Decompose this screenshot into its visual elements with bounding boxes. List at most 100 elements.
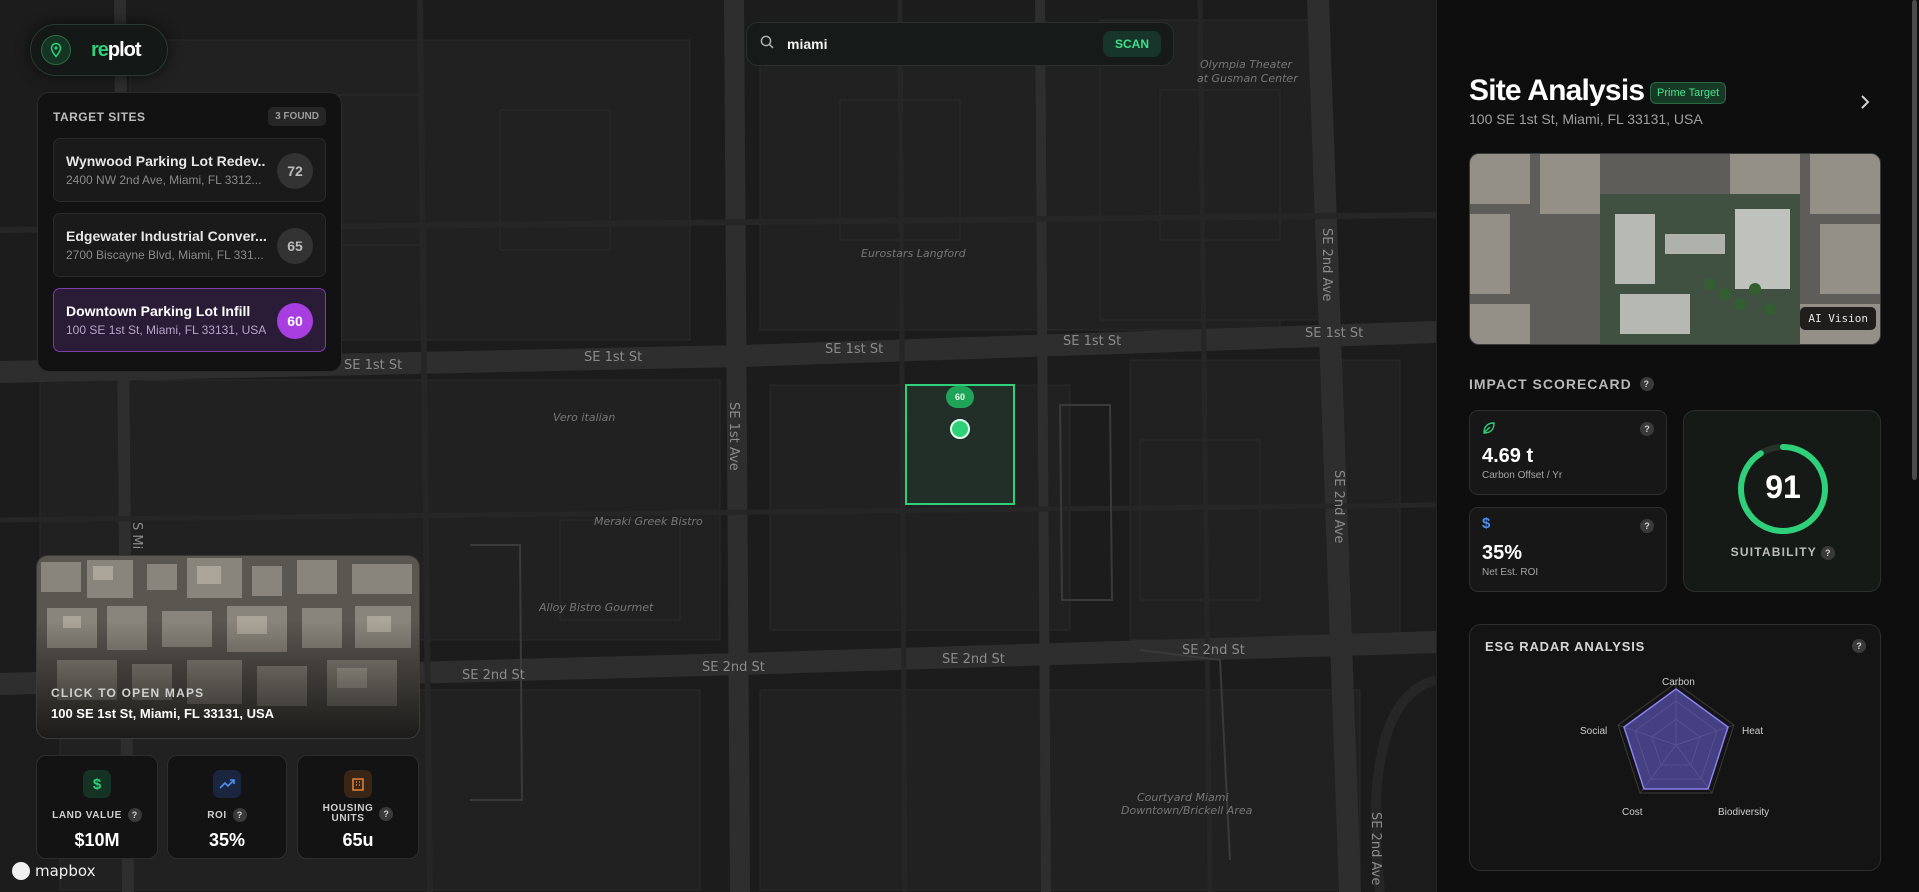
preview-address: 100 SE 1st St, Miami, FL 33131, USA <box>51 706 275 721</box>
radar-axis-label: Cost <box>1622 807 1643 818</box>
site-item-wynwood[interactable]: Wynwood Parking Lot Redev... 2400 NW 2nd… <box>53 138 326 202</box>
poi-label: Courtyard Miami <box>1137 791 1229 804</box>
panel-title: Site Analysis <box>1469 74 1645 107</box>
target-sites-panel: TARGET SITES 3 FOUND Wynwood Parking Lot… <box>37 92 342 372</box>
poi-label: Meraki Greek Bistro <box>594 515 703 528</box>
net-roi-label: Net Est. ROI <box>1482 567 1539 578</box>
app-logo[interactable]: replot <box>30 24 168 76</box>
carbon-offset-label: Carbon Offset / Yr <box>1482 470 1563 481</box>
mapbox-wordmark: mapbox <box>35 862 96 880</box>
poi-label: Downtown/Brickell Area <box>1121 804 1253 817</box>
ai-vision-tag: AI Vision <box>1800 307 1876 330</box>
panel-address: 100 SE 1st St, Miami, FL 33131, USA <box>1469 111 1703 127</box>
help-icon[interactable]: ? <box>1639 377 1654 391</box>
help-icon[interactable]: ? <box>1640 422 1654 436</box>
suitability-card: 91 SUITABILITY ? <box>1683 410 1881 592</box>
net-roi-card: $ ? 35% Net Est. ROI <box>1469 507 1667 592</box>
site-item-downtown[interactable]: Downtown Parking Lot Infill 100 SE 1st S… <box>53 288 326 352</box>
suitability-score: 91 <box>1765 469 1801 505</box>
roi-value: 35% <box>208 830 246 850</box>
street-label: S Mi <box>129 522 144 550</box>
poi-label: Alloy Bistro Gourmet <box>539 601 654 614</box>
search-bar[interactable]: miami SCAN <box>746 22 1174 66</box>
mapbox-logo-icon <box>12 862 30 880</box>
poi-label: Olympia Theater <box>1200 58 1293 71</box>
scorecard-heading: IMPACT SCORECARD <box>1469 376 1632 392</box>
search-icon <box>759 34 775 55</box>
poi-label: Vero italian <box>553 411 616 424</box>
housing-units-value: 65u <box>342 830 374 850</box>
housing-units-card: HOUSING UNITS? 65u <box>297 755 419 859</box>
street-label: SE 2nd St <box>702 660 765 675</box>
land-value-label: LAND VALUE <box>52 809 122 821</box>
help-icon[interactable]: ? <box>1640 519 1654 533</box>
radar-axis-label: Social <box>1580 726 1608 737</box>
street-label: SE 2nd St <box>942 652 1005 667</box>
found-count-badge: 3 FOUND <box>268 107 326 126</box>
net-roi-value: 35% <box>1482 542 1523 564</box>
panel-scrollbar[interactable] <box>1912 0 1917 480</box>
site-marker[interactable] <box>950 419 970 439</box>
radar-axis-label: Heat <box>1742 726 1764 737</box>
help-icon[interactable]: ? <box>232 808 247 822</box>
open-maps-card[interactable]: CLICK TO OPEN MAPS 100 SE 1st St, Miami,… <box>36 555 420 739</box>
carbon-offset-value: 4.69 t <box>1482 445 1534 467</box>
trend-up-icon <box>213 770 241 798</box>
street-label: SE 1st St <box>584 350 643 365</box>
open-maps-cta: CLICK TO OPEN MAPS <box>51 686 205 700</box>
site-item-edgewater[interactable]: Edgewater Industrial Conver... 2700 Bisc… <box>53 213 326 277</box>
scan-button[interactable]: SCAN <box>1102 31 1161 57</box>
street-label: SE 1st Ave <box>726 402 741 471</box>
roi-label: ROI <box>207 809 227 821</box>
esg-radar-card: ESG RADAR ANALYSIS ? Carbon Heat Biodive… <box>1469 624 1881 871</box>
radar-axis-label: Biodiversity <box>1718 807 1770 818</box>
help-icon[interactable]: ? <box>127 808 142 822</box>
poi-label: Eurostars Langford <box>861 247 966 260</box>
target-sites-title: TARGET SITES <box>53 109 146 124</box>
site-address: 2400 NW 2nd Ave, Miami, FL 3312... <box>66 173 262 187</box>
impact-scorecard-title: IMPACT SCORECARD ? <box>1469 376 1654 392</box>
roi-card: ROI? 35% <box>167 755 287 859</box>
dollar-icon: $ <box>83 770 111 798</box>
site-score: 72 <box>277 153 313 189</box>
land-value-card: $ LAND VALUE? $10M <box>36 755 158 859</box>
esg-radar-chart <box>1617 682 1735 794</box>
marker-score-badge[interactable]: 60 <box>946 386 974 408</box>
land-value: $10M <box>74 830 120 850</box>
street-label: SE 1st St <box>825 342 884 357</box>
street-label: SE 1st St <box>1063 334 1122 349</box>
site-address: 2700 Biscayne Blvd, Miami, FL 331... <box>66 248 264 262</box>
site-analysis-panel: Site Analysis Prime Target 100 SE 1st St… <box>1436 0 1919 892</box>
site-name: Edgewater Industrial Conver... <box>66 228 266 244</box>
street-label: SE 2nd Ave <box>1319 228 1334 302</box>
search-input[interactable]: miami <box>787 36 1103 52</box>
ai-vision-image[interactable]: AI Vision <box>1469 153 1881 345</box>
site-name: Wynwood Parking Lot Redev... <box>66 153 266 169</box>
site-score: 60 <box>277 303 313 339</box>
street-label: SE 2nd Ave <box>1368 812 1383 886</box>
leaf-icon <box>1482 421 1496 440</box>
mapbox-attribution[interactable]: mapbox <box>12 862 95 880</box>
housing-units-label: HOUSING UNITS <box>322 803 374 824</box>
prime-target-badge: Prime Target <box>1650 82 1727 104</box>
site-address: 100 SE 1st St, Miami, FL 33131, USA <box>66 323 266 337</box>
help-icon[interactable]: ? <box>1821 546 1836 560</box>
site-score: 65 <box>277 228 313 264</box>
street-label: SE 2nd Ave <box>1331 470 1346 544</box>
site-name: Downtown Parking Lot Infill <box>66 303 251 319</box>
carbon-offset-card: ? 4.69 t Carbon Offset / Yr <box>1469 410 1667 495</box>
location-pin-icon <box>41 35 71 65</box>
help-icon[interactable]: ? <box>379 807 394 821</box>
dollar-icon: $ <box>1482 515 1491 532</box>
app-root: 60 SE 1st St SE 1st St SE 1st St SE 1st … <box>0 0 1919 892</box>
building-icon <box>344 770 372 798</box>
radar-axis-label: Carbon <box>1662 677 1695 688</box>
street-label: SE 2nd St <box>462 668 525 683</box>
street-label: SE 2nd St <box>1182 643 1245 658</box>
logo-wordmark: replot <box>91 38 142 61</box>
poi-label: at Gusman Center <box>1197 72 1298 85</box>
suitability-label: SUITABILITY ? <box>1684 545 1882 560</box>
chevron-right-icon[interactable] <box>1857 92 1873 117</box>
street-label: SE 1st St <box>344 358 403 373</box>
street-label: SE 1st St <box>1305 326 1364 341</box>
